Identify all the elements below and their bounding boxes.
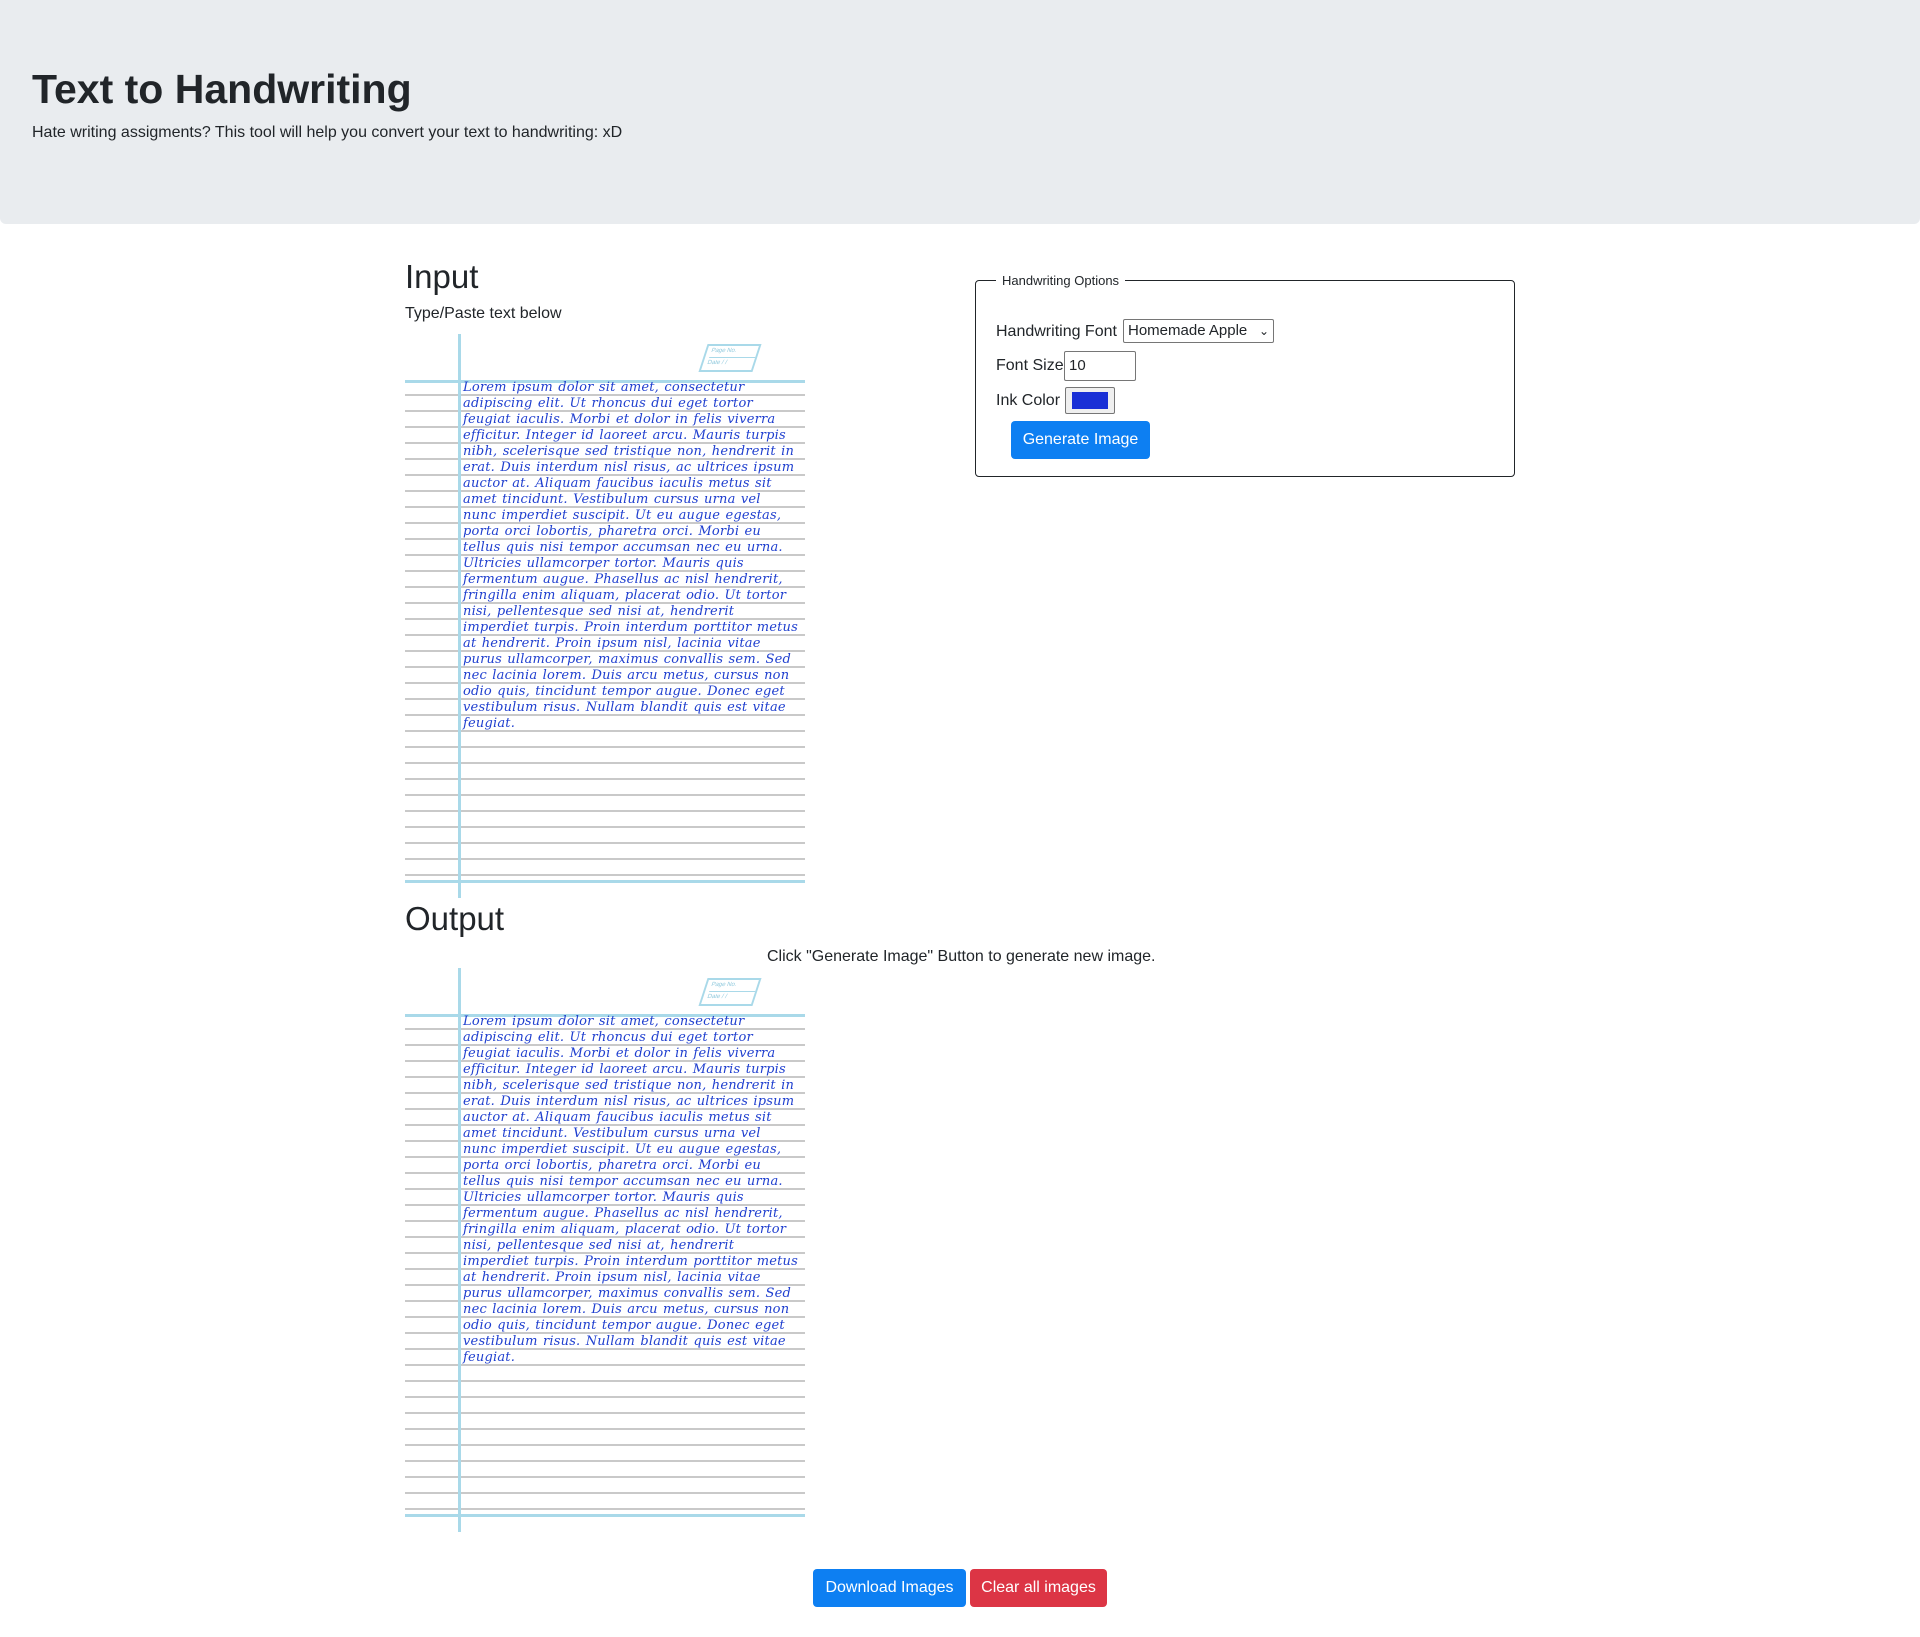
page-number-label: Page No. bbox=[709, 346, 759, 358]
input-paper-editor[interactable]: Page No. Date / / Lorem ipsum dolor sit … bbox=[405, 334, 805, 898]
date-value: / / bbox=[720, 994, 728, 1000]
input-hint: Type/Paste text below bbox=[405, 305, 562, 322]
paper-bottom-line bbox=[405, 1514, 805, 1517]
input-text[interactable]: Lorem ipsum dolor sit amet, consectetur … bbox=[463, 380, 799, 732]
font-label: Handwriting Font bbox=[996, 323, 1117, 340]
output-heading: Output bbox=[405, 900, 505, 937]
ink-color-swatch bbox=[1072, 392, 1108, 409]
download-images-button[interactable]: Download Images bbox=[813, 1569, 966, 1607]
page-number-box: Page No. Date / / bbox=[698, 978, 762, 1006]
page-number-label: Page No. bbox=[709, 980, 759, 992]
ink-color-picker[interactable] bbox=[1065, 387, 1115, 414]
page-title: Text to Handwriting bbox=[32, 66, 412, 112]
font-select[interactable]: Homemade Apple ⌄ bbox=[1123, 319, 1274, 343]
paper-margin-line bbox=[458, 334, 461, 898]
clear-images-button[interactable]: Clear all images bbox=[970, 1569, 1107, 1607]
output-text: Lorem ipsum dolor sit amet, consectetur … bbox=[463, 1014, 798, 1365]
output-image: Page No. Date / / Lorem ipsum dolor sit … bbox=[405, 968, 805, 1532]
page-subtitle: Hate writing assigments? This tool will … bbox=[32, 124, 623, 141]
output-hint: Click "Generate Image" Button to generat… bbox=[767, 948, 1156, 965]
header-jumbotron: Text to Handwriting Hate writing assigme… bbox=[0, 0, 1920, 224]
paper-margin-line bbox=[458, 968, 461, 1532]
options-legend: Handwriting Options bbox=[1002, 273, 1120, 288]
page-number-box: Page No. Date / / bbox=[698, 344, 762, 372]
font-size-input[interactable]: 10 bbox=[1064, 351, 1136, 381]
chevron-down-icon: ⌄ bbox=[1258, 324, 1269, 338]
date-label: Date bbox=[706, 994, 722, 1000]
ink-label: Ink Color bbox=[996, 392, 1061, 409]
generate-image-button[interactable]: Generate Image bbox=[1011, 421, 1150, 459]
font-select-value: Homemade Apple bbox=[1128, 322, 1248, 339]
input-heading: Input bbox=[405, 258, 479, 295]
date-label: Date bbox=[706, 360, 722, 366]
paper-bottom-line bbox=[405, 880, 805, 883]
size-label: Font Size bbox=[996, 357, 1064, 374]
date-value: / / bbox=[720, 360, 728, 366]
